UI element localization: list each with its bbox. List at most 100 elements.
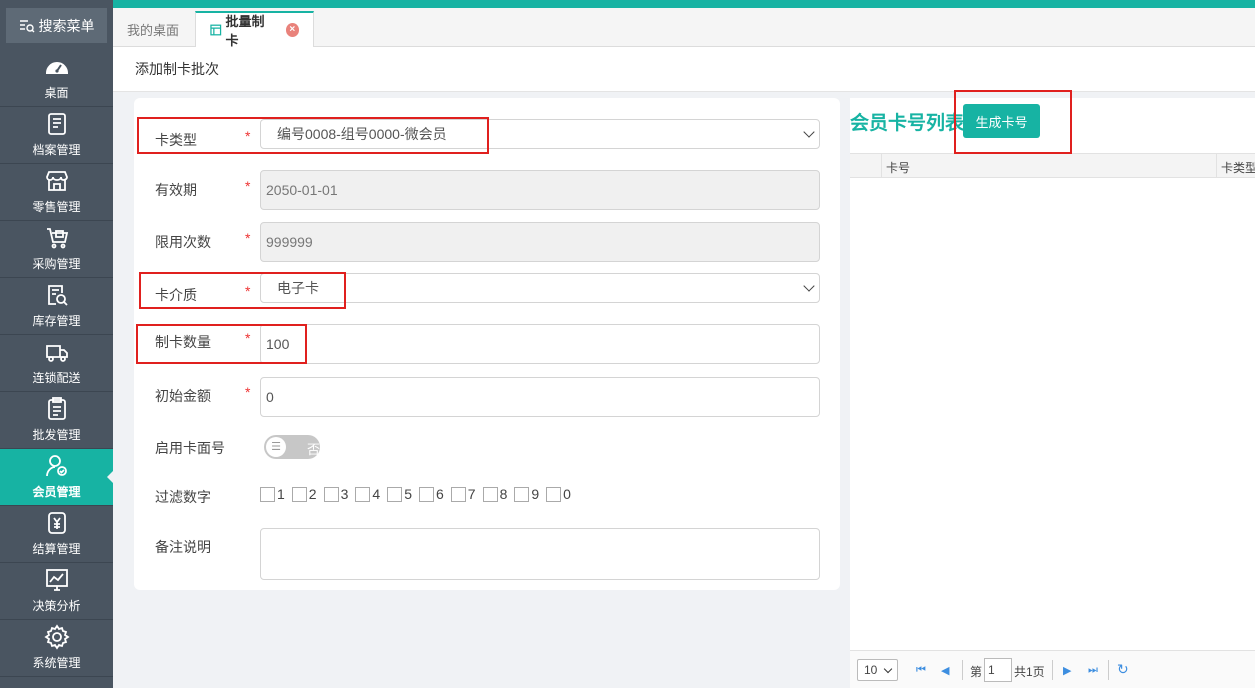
card-count-input[interactable]: 100	[260, 324, 820, 364]
search-menu-button[interactable]: 搜索菜单	[6, 8, 107, 43]
initial-amount-label: 初始金额	[155, 388, 211, 404]
remarks-label: 备注说明	[155, 539, 211, 555]
first-page-icon[interactable]: ⏮	[916, 664, 926, 677]
validity-field: 2050-01-01	[260, 170, 820, 210]
digit-checkbox-8[interactable]: 8	[482, 486, 508, 502]
sidebar-item-purchase[interactable]: 采购管理	[0, 221, 113, 278]
checkbox-box[interactable]	[514, 486, 530, 502]
dashboard-icon	[45, 62, 68, 74]
column-header-card-type[interactable]: 卡类型	[1221, 159, 1255, 176]
checkbox-box[interactable]	[450, 486, 466, 502]
checkbox-box[interactable]	[482, 486, 498, 502]
checkbox-box[interactable]	[355, 486, 371, 502]
sidebar-item-inventory[interactable]: 库存管理	[0, 278, 113, 335]
top-accent-bar	[113, 0, 1255, 8]
digit-label: 8	[499, 486, 508, 502]
digit-label: 2	[308, 486, 317, 502]
remarks-textarea[interactable]	[260, 528, 820, 580]
card-grid-header: 卡号 卡类型	[850, 153, 1255, 178]
page-number-input[interactable]: 1	[984, 658, 1012, 682]
gear-icon	[43, 624, 70, 650]
sidebar-item-wholesale[interactable]: 批发管理	[0, 392, 113, 449]
sidebar-item-analysis[interactable]: 决策分析	[0, 563, 113, 620]
card-type-value: 编号0008-组号0000-微会员	[277, 126, 447, 142]
table-icon	[210, 24, 222, 36]
sidebar-item-archive[interactable]: 档案管理	[0, 107, 113, 164]
sidebar-item-label: 零售管理	[32, 200, 81, 214]
card-count-label: 制卡数量	[155, 334, 211, 350]
digit-label: 4	[372, 486, 381, 502]
tab-label: 我的桌面	[127, 22, 180, 38]
generate-card-number-button[interactable]: 生成卡号	[963, 104, 1040, 138]
sidebar-item-label: 决策分析	[32, 599, 81, 613]
sidebar-item-desktop[interactable]: 桌面	[0, 50, 113, 107]
digit-checkbox-3[interactable]: 3	[323, 486, 349, 502]
refresh-icon[interactable]: ↻	[1117, 661, 1129, 678]
digit-checkbox-9[interactable]: 9	[514, 486, 539, 502]
search-menu-label: 搜索菜单	[38, 17, 95, 34]
row-number-header	[850, 154, 882, 177]
tab-batch-card[interactable]: 批量制卡 ×	[195, 11, 314, 48]
tab-bar: 我的桌面 批量制卡 ×	[113, 8, 1255, 48]
digit-label: 5	[404, 486, 412, 502]
digit-checkbox-1[interactable]: 1	[260, 486, 285, 502]
toggle-state-label: 否	[306, 442, 320, 457]
digit-checkbox-0[interactable]: 0	[546, 486, 571, 502]
page-size-select[interactable]: 10	[857, 659, 898, 681]
required-mark: *	[245, 128, 251, 144]
sidebar-item-label: 系统管理	[32, 656, 81, 670]
column-header-card-number[interactable]: 卡号	[886, 159, 910, 176]
prev-page-icon[interactable]: ◀	[941, 664, 949, 677]
sidebar-item-system[interactable]: 系统管理	[0, 620, 113, 677]
use-limit-value: 999999	[266, 234, 313, 250]
card-type-label: 卡类型	[155, 132, 197, 148]
card-medium-select[interactable]: 电子卡	[260, 273, 820, 303]
digit-checkbox-2[interactable]: 2	[291, 486, 317, 502]
required-mark: *	[245, 384, 251, 400]
search-menu-icon	[19, 19, 34, 32]
checkbox-box[interactable]	[546, 486, 562, 502]
page-title: 添加制卡批次	[113, 47, 1255, 92]
initial-amount-input[interactable]: 0	[260, 377, 820, 417]
checkbox-box[interactable]	[291, 486, 307, 502]
enable-face-number-toggle[interactable]: ☰ 否	[264, 435, 320, 459]
pagination-bar: 10 ⏮ ◀ 第 1 共1页 ▶ ⏭ ↻	[850, 650, 1255, 688]
sidebar-item-distribution[interactable]: 连锁配送	[0, 335, 113, 392]
card-count-value: 100	[266, 336, 290, 352]
digit-checkbox-7[interactable]: 7	[450, 486, 476, 502]
sidebar-item-label: 连锁配送	[32, 371, 81, 385]
digit-checkbox-4[interactable]: 4	[355, 486, 380, 502]
digit-checkbox-6[interactable]: 6	[418, 486, 444, 502]
digit-label: 9	[531, 486, 540, 502]
tab-my-desktop[interactable]: 我的桌面	[113, 11, 193, 47]
required-mark: *	[245, 178, 251, 194]
sidebar-item-label: 采购管理	[32, 257, 81, 271]
main-content: 添加制卡批次 卡类型 * 编号0008-组号0000-微会员 有效期 * 205…	[113, 47, 1255, 688]
checkbox-box[interactable]	[323, 486, 339, 502]
filter-digits-group: 1 2 3 4 5 6 7 8 9 0	[260, 486, 578, 502]
required-mark: *	[245, 283, 251, 299]
store-icon	[45, 171, 68, 191]
card-type-select[interactable]: 编号0008-组号0000-微会员	[260, 119, 820, 149]
sidebar-item-settlement[interactable]: 结算管理	[0, 506, 113, 563]
settlement-icon	[47, 512, 66, 534]
checkbox-box[interactable]	[418, 486, 434, 502]
close-icon[interactable]: ×	[285, 23, 299, 37]
digit-label: 3	[340, 486, 349, 502]
sidebar-item-label: 结算管理	[32, 542, 81, 556]
next-page-icon[interactable]: ▶	[1063, 664, 1071, 677]
card-list-title: 会员卡号列表	[850, 113, 965, 134]
cart-icon	[46, 228, 68, 249]
initial-amount-value: 0	[266, 389, 274, 405]
required-mark: *	[245, 330, 251, 346]
checkbox-box[interactable]	[260, 486, 275, 502]
sidebar-item-retail[interactable]: 零售管理	[0, 164, 113, 221]
sidebar-item-member[interactable]: 会员管理	[0, 449, 113, 506]
sidebar-item-label: 库存管理	[32, 314, 81, 328]
total-pages-label: 共1页	[1014, 665, 1045, 679]
checkbox-box[interactable]	[387, 486, 403, 502]
digit-checkbox-5[interactable]: 5	[387, 486, 412, 502]
sidebar-item-label: 会员管理	[32, 485, 81, 499]
sidebar: 搜索菜单 桌面 档案管理 零售管理 采购管理 库存管理 连锁配送 批发管理 会员…	[0, 0, 113, 688]
last-page-icon[interactable]: ⏭	[1088, 664, 1098, 677]
